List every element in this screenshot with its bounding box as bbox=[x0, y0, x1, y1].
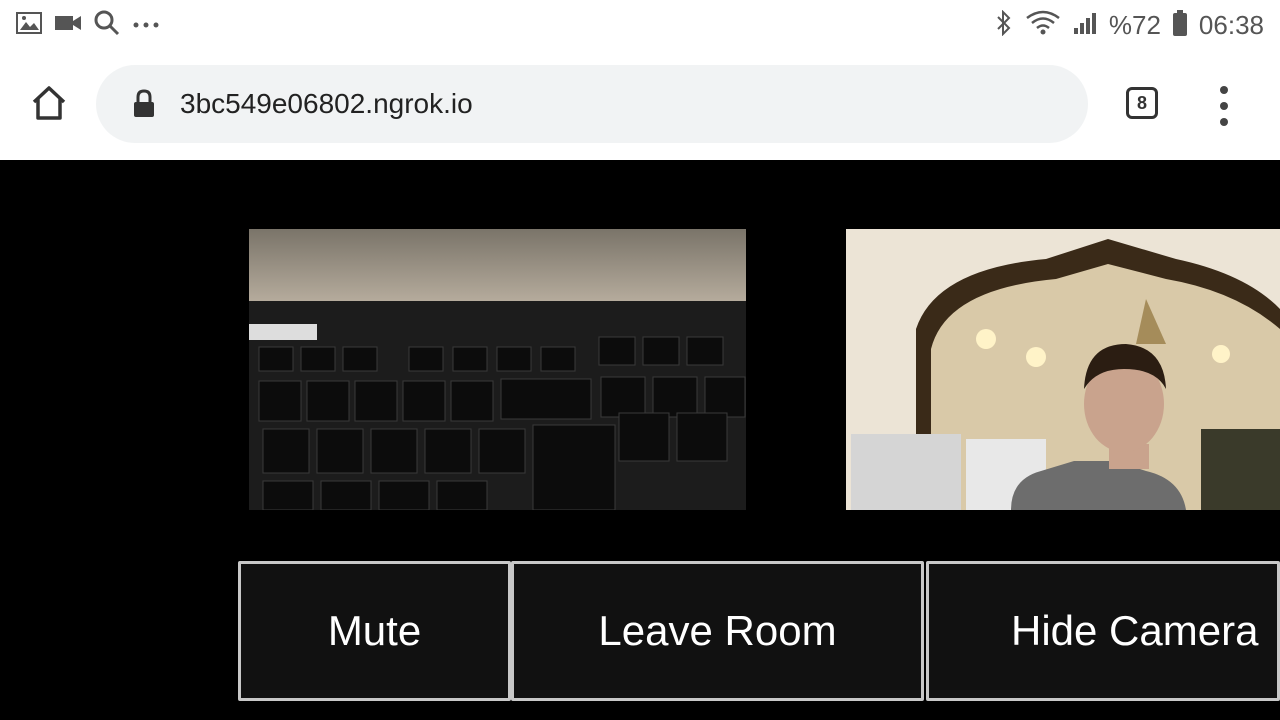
remote-video bbox=[846, 229, 1280, 510]
mute-button[interactable]: Mute bbox=[238, 561, 511, 701]
local-video bbox=[249, 229, 746, 510]
menu-dot bbox=[1220, 118, 1228, 126]
menu-dot bbox=[1220, 86, 1228, 94]
battery-icon bbox=[1172, 9, 1187, 41]
address-bar[interactable]: 3bc549e06802.ngrok.io bbox=[96, 65, 1088, 143]
home-icon bbox=[32, 86, 66, 120]
clock: 06:38 bbox=[1198, 9, 1264, 40]
more-icon bbox=[132, 16, 160, 34]
signal-icon bbox=[1073, 11, 1097, 40]
gallery-icon bbox=[16, 11, 42, 39]
menu-dot bbox=[1220, 102, 1228, 110]
home-button[interactable] bbox=[26, 80, 72, 126]
video-icon bbox=[54, 13, 82, 38]
leave-room-button[interactable]: Leave Room bbox=[511, 561, 924, 701]
wifi-icon bbox=[1025, 10, 1061, 41]
search-icon bbox=[94, 10, 120, 41]
status-bar: %72 06:38 bbox=[0, 0, 1280, 50]
browser-toolbar: 3bc549e06802.ngrok.io 8 bbox=[0, 50, 1280, 160]
battery-percent: %72 bbox=[1108, 9, 1161, 40]
lock-icon bbox=[132, 89, 156, 119]
bluetooth-icon bbox=[995, 9, 1013, 41]
hide-camera-button[interactable]: Hide Camera bbox=[926, 561, 1280, 701]
url-text: 3bc549e06802.ngrok.io bbox=[180, 88, 473, 119]
overflow-menu-button[interactable] bbox=[1212, 86, 1236, 126]
tab-switcher-button[interactable]: 8 bbox=[1126, 87, 1158, 119]
